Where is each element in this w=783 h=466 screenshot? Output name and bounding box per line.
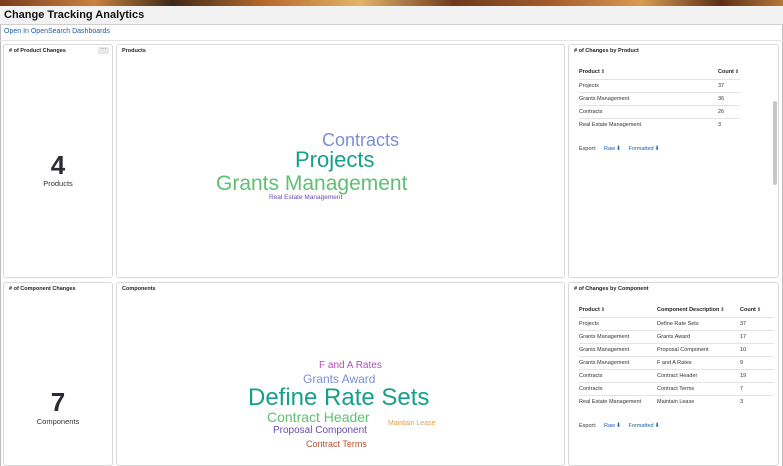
table-row: Real Estate Management Maintain Lease 3 (579, 394, 774, 408)
ellipsis-icon[interactable]: ··· (98, 46, 109, 54)
column-header-count[interactable]: Count⇕ (740, 304, 774, 317)
column-header-product[interactable]: Product⇕ (579, 66, 718, 79)
sort-arrows-icon[interactable]: ⇕ (735, 69, 739, 75)
export-formatted-link[interactable]: Formatted⬇ (629, 146, 660, 152)
product-count-label: Products (43, 179, 73, 188)
table-row: Real Estate Management 3 (579, 117, 740, 131)
export-raw-link[interactable]: Raw⬇ (604, 146, 621, 152)
components-word-cloud-panel: Components F and A Rates Grants Award De… (116, 282, 565, 466)
export-label: Export: (579, 423, 597, 429)
export-formatted-link[interactable]: Formatted⬇ (629, 423, 660, 429)
cloud-word[interactable]: Grants Management (216, 173, 407, 194)
table-row: Grants Management Grants Award 17 (579, 329, 774, 343)
table-row: Projects Define Rate Sets 37 (579, 316, 774, 330)
export-row: Export: Raw⬇ Formatted⬇ (579, 145, 660, 152)
table-row: Contracts Contract Terms 7 (579, 381, 774, 395)
download-icon: ⬇ (615, 423, 622, 429)
column-header-product[interactable]: Product⇕ (579, 304, 657, 317)
products-word-cloud-panel: Products Contracts Projects Grants Manag… (116, 44, 565, 278)
cloud-word[interactable]: Maintain Lease (388, 420, 435, 427)
table-row: Contracts Contract Header 19 (579, 368, 774, 382)
sort-arrows-icon[interactable]: ⇕ (601, 307, 605, 313)
sort-arrows-icon[interactable]: ⇕ (720, 307, 724, 313)
window-border-left (0, 6, 1, 466)
product-count-value: 4 (50, 150, 66, 180)
table-row: Grants Management Proposal Component 10 (579, 342, 774, 356)
table-row: Projects 37 (579, 78, 740, 92)
column-header-count[interactable]: Count⇕ (718, 66, 740, 79)
page-title: Change Tracking Analytics (4, 9, 145, 21)
cloud-word[interactable]: Contract Terms (306, 440, 367, 449)
panel-title: Products (122, 48, 146, 54)
table-row: Grants Management 36 (579, 91, 740, 105)
sort-arrows-icon[interactable]: ⇕ (757, 307, 761, 313)
changes-by-component-table: Product⇕ Component Description⇕ Count⇕ P… (579, 304, 774, 408)
cloud-word[interactable]: Contract Header (267, 410, 370, 424)
download-icon: ⬇ (615, 146, 622, 152)
cloud-word[interactable]: Define Rate Sets (248, 386, 429, 410)
table-row: Grants Management F and A Rates 9 (579, 355, 774, 369)
panel-title: # of Component Changes (9, 286, 76, 292)
column-header-component-description[interactable]: Component Description⇕ (657, 304, 740, 317)
header-divider (0, 40, 783, 41)
panel-title: Components (122, 286, 156, 292)
open-in-opensearch-link[interactable]: Open In OpenSearch Dashboards (4, 28, 110, 35)
download-icon: ⬇ (654, 423, 660, 429)
changes-by-component-table-panel: # of Changes by Component Product⇕ Compo… (568, 282, 779, 466)
component-count-label: Components (36, 417, 80, 426)
cloud-word[interactable]: Real Estate Management (269, 194, 342, 202)
changes-by-product-table: Product⇕ Count⇕ Projects 37 Grants Manage… (579, 66, 740, 131)
component-count-value: 7 (50, 387, 66, 417)
export-row: Export: Raw⬇ Formatted⬇ (579, 422, 660, 429)
export-raw-link[interactable]: Raw⬇ (604, 423, 621, 429)
table-row: Contracts 26 (579, 104, 740, 118)
cloud-word[interactable]: Projects (295, 149, 374, 171)
download-icon: ⬇ (654, 146, 660, 152)
panel-title: # of Product Changes (9, 48, 66, 54)
changes-by-product-table-panel: # of Changes by Product Product⇕ Count⇕ … (568, 44, 779, 278)
panel-title: # of Changes by Component (574, 286, 649, 292)
export-label: Export: (579, 146, 597, 152)
panel-scrollbar[interactable] (773, 101, 777, 185)
product-changes-metric-panel: # of Product Changes ··· 4 Products (3, 44, 113, 278)
title-bar: Change Tracking Analytics (0, 6, 783, 25)
panel-title: # of Changes by Product (574, 48, 639, 54)
table-header-row: Product⇕ Count⇕ (579, 66, 740, 79)
table-header-row: Product⇕ Component Description⇕ Count⇕ (579, 304, 774, 317)
sort-arrows-icon[interactable]: ⇕ (601, 69, 605, 75)
cloud-word[interactable]: F and A Rates (319, 361, 382, 371)
cloud-word[interactable]: Proposal Component (273, 426, 367, 436)
component-changes-metric-panel: # of Component Changes 7 Components (3, 282, 113, 466)
